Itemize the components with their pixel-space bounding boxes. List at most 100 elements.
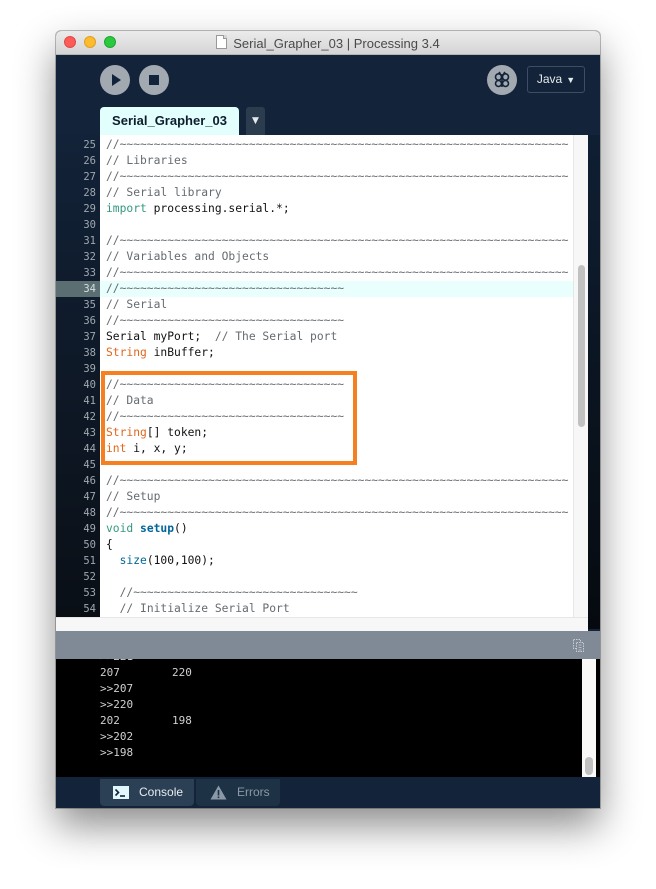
code-line[interactable]: //~~~~~~~~~~~~~~~~~~~~~~~~~~~~~~~~~~~~~~… — [100, 169, 573, 185]
code-token-type: int — [106, 442, 127, 455]
code-line[interactable]: // Initialize Serial Port — [100, 601, 573, 617]
console-scroll-thumb[interactable] — [585, 757, 593, 775]
line-number: 49 — [83, 523, 96, 535]
editor-horizontal-scrollbar[interactable] — [56, 617, 588, 631]
sketch-tabs: Serial_Grapher_03 ▼ — [56, 107, 600, 135]
code-token-comment: //~~~~~~~~~~~~~~~~~~~~~~~~~~~~~~~~~ — [106, 410, 345, 423]
code-token-comment: //~~~~~~~~~~~~~~~~~~~~~~~~~~~~~~~~~ — [106, 378, 345, 391]
code-token: Serial myPort; — [106, 330, 215, 343]
console-line: >>220 — [100, 697, 133, 713]
document-icon — [216, 35, 228, 49]
code-line[interactable]: // Setup — [100, 489, 573, 505]
line-number: 36 — [83, 315, 96, 327]
code-line[interactable]: import processing.serial.*; — [100, 201, 573, 217]
chevron-down-icon: ▼ — [566, 75, 576, 85]
code-line[interactable]: //~~~~~~~~~~~~~~~~~~~~~~~~~~~~~~~~~ — [100, 377, 573, 393]
console-value: 207 — [100, 666, 120, 679]
console-header — [56, 631, 600, 659]
code-line[interactable]: //~~~~~~~~~~~~~~~~~~~~~~~~~~~~~~~~~~~~~~… — [100, 265, 573, 281]
code-line[interactable]: void setup() — [100, 521, 573, 537]
console-output: >>221 207 220 >>207 >>220 202 198 >>202 >>198 — [56, 659, 600, 777]
code-token-comment: // Serial — [106, 298, 168, 311]
code-line[interactable]: //~~~~~~~~~~~~~~~~~~~~~~~~~~~~~~~~~ — [100, 281, 573, 297]
code-text-area[interactable]: //~~~~~~~~~~~~~~~~~~~~~~~~~~~~~~~~~~~~~~… — [100, 135, 573, 617]
code-token-comment: //~~~~~~~~~~~~~~~~~~~~~~~~~~~~~~~~~~~~~~… — [106, 266, 569, 279]
code-line[interactable]: //~~~~~~~~~~~~~~~~~~~~~~~~~~~~~~~~~ — [100, 313, 573, 329]
tab-serial-grapher-03[interactable]: Serial_Grapher_03 — [100, 107, 239, 135]
mode-label: Java — [536, 72, 563, 86]
code-line[interactable] — [100, 217, 573, 233]
code-line[interactable]: //~~~~~~~~~~~~~~~~~~~~~~~~~~~~~~~~~ — [100, 585, 573, 601]
run-button[interactable] — [100, 65, 130, 95]
copy-icon[interactable] — [573, 639, 584, 652]
code-line[interactable]: // Data — [100, 393, 573, 409]
code-token-comment: //~~~~~~~~~~~~~~~~~~~~~~~~~~~~~~~~~~~~~~… — [106, 506, 569, 519]
code-line[interactable]: Serial myPort; // The Serial port — [100, 329, 573, 345]
line-number: 28 — [83, 187, 96, 199]
code-token-comment: //~~~~~~~~~~~~~~~~~~~~~~~~~~~~~~~~~~~~~~… — [106, 138, 569, 151]
code-token: () — [174, 522, 188, 535]
code-line[interactable]: // Variables and Objects — [100, 249, 573, 265]
code-line[interactable]: size(100,100); — [100, 553, 573, 569]
line-number-gutter: 25 26 27 28 29 30 31 32 33 34 35 36 37 38 39 40 41 42 43 44… — [56, 135, 100, 617]
line-number: 46 — [83, 475, 96, 487]
code-token-type: String — [106, 426, 147, 439]
code-line[interactable]: //~~~~~~~~~~~~~~~~~~~~~~~~~~~~~~~~~~~~~~… — [100, 505, 573, 521]
editor-vertical-scrollbar[interactable] — [573, 135, 588, 617]
code-line[interactable]: String[] token; — [100, 425, 573, 441]
code-line[interactable]: //~~~~~~~~~~~~~~~~~~~~~~~~~~~~~~~~~~~~~~… — [100, 233, 573, 249]
play-icon — [112, 74, 121, 86]
code-line[interactable] — [100, 361, 573, 377]
code-line[interactable] — [100, 569, 573, 585]
console-scrollbar[interactable] — [582, 659, 596, 777]
line-number: 50 — [83, 539, 96, 551]
code-token-comment: //~~~~~~~~~~~~~~~~~~~~~~~~~~~~~~~~~ — [106, 314, 345, 327]
code-line[interactable] — [100, 457, 573, 473]
editor-right-margin — [588, 135, 600, 629]
toolbar: Java ▼ — [56, 55, 600, 107]
console-tab-label: Console — [139, 785, 184, 799]
code-line[interactable]: //~~~~~~~~~~~~~~~~~~~~~~~~~~~~~~~~~ — [100, 409, 573, 425]
console-value: 202 — [100, 714, 120, 727]
line-number: 32 — [83, 251, 96, 263]
code-line[interactable]: //~~~~~~~~~~~~~~~~~~~~~~~~~~~~~~~~~~~~~~… — [100, 137, 573, 153]
code-line[interactable]: String inBuffer; — [100, 345, 573, 361]
console-value: >>202 — [100, 730, 134, 743]
code-token-comment: //~~~~~~~~~~~~~~~~~~~~~~~~~~~~~~~~~~~~~~… — [106, 234, 569, 247]
tab-menu-button[interactable]: ▼ — [246, 107, 265, 135]
code-token-comment: //~~~~~~~~~~~~~~~~~~~~~~~~~~~~~~~~~~~~~~… — [106, 170, 569, 183]
tab-errors[interactable]: Errors — [196, 779, 280, 806]
code-token-comment: //~~~~~~~~~~~~~~~~~~~~~~~~~~~~~~~~~~~~~~… — [106, 474, 569, 487]
code-line[interactable]: { — [100, 537, 573, 553]
code-line[interactable]: // Serial library — [100, 185, 573, 201]
line-number: 35 — [83, 299, 96, 311]
code-token-comment: // Initialize Serial Port — [119, 602, 290, 615]
code-line[interactable]: int i, x, y; — [100, 441, 573, 457]
code-token-call: size — [119, 554, 147, 567]
code-token: (100,100); — [146, 554, 215, 567]
tab-console[interactable]: Console — [100, 779, 194, 806]
code-token-comment: // Data — [106, 394, 154, 407]
debugger-button[interactable] — [487, 65, 517, 95]
code-editor: 25 26 27 28 29 30 31 32 33 34 35 36 37 38 39 40 41 42 43 44… — [56, 135, 600, 631]
line-number: 45 — [83, 459, 96, 471]
console-value: >>221 — [100, 659, 133, 663]
console-value-2: 198 — [172, 714, 192, 727]
editor-scroll-thumb[interactable] — [578, 265, 585, 427]
code-line[interactable]: // Libraries — [100, 153, 573, 169]
code-line[interactable]: // Serial — [100, 297, 573, 313]
code-token: { — [106, 538, 113, 551]
code-token-comment: //~~~~~~~~~~~~~~~~~~~~~~~~~~~~~~~~~ — [119, 586, 358, 599]
code-token: inBuffer; — [146, 346, 215, 359]
stop-button[interactable] — [139, 65, 169, 95]
code-token-kw: import — [106, 202, 147, 215]
code-line[interactable]: //~~~~~~~~~~~~~~~~~~~~~~~~~~~~~~~~~~~~~~… — [100, 473, 573, 489]
code-token-comment: //~~~~~~~~~~~~~~~~~~~~~~~~~~~~~~~~~ — [106, 282, 345, 295]
mode-selector[interactable]: Java ▼ — [527, 66, 585, 93]
code-token-comment: // Variables and Objects — [106, 250, 270, 263]
code-token-comment: // Libraries — [106, 154, 188, 167]
line-number: 54 — [83, 603, 96, 615]
